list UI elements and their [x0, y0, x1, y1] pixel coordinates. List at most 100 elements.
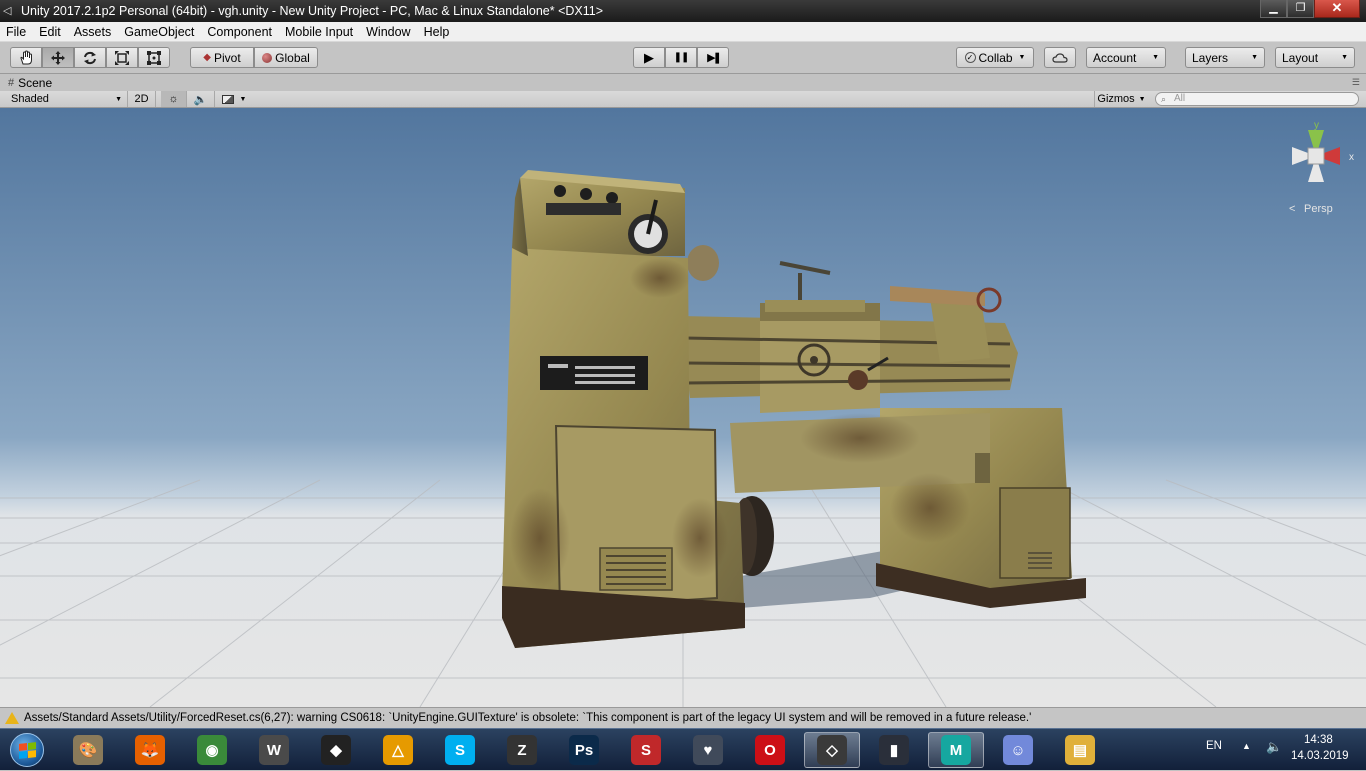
- speaker-icon: 🔈: [193, 93, 208, 106]
- equalizer-icon: ▮: [879, 735, 909, 765]
- chrome-icon: ◉: [197, 735, 227, 765]
- clock-time[interactable]: 14:38: [1304, 734, 1333, 746]
- persp-label: Persp: [1304, 203, 1333, 215]
- 2d-toggle[interactable]: 2D: [128, 91, 156, 107]
- taskbar-app-chrome[interactable]: ◉: [184, 732, 240, 768]
- menu-help[interactable]: Help: [418, 22, 457, 42]
- firefox-icon: 🦊: [135, 735, 165, 765]
- scene-render: y x 🔒 < Persp: [0, 108, 1366, 707]
- maya-icon: M: [941, 735, 971, 765]
- substance-icon: S: [631, 735, 661, 765]
- windows-start-icon: [10, 733, 44, 767]
- shading-mode-dropdown[interactable]: Shaded ▼: [0, 91, 128, 107]
- paint-icon: 🎨: [73, 735, 103, 765]
- taskbar-app-opera[interactable]: O: [742, 732, 798, 768]
- rect-tool-button[interactable]: [138, 47, 170, 68]
- step-button[interactable]: ▶❚: [697, 47, 729, 68]
- sun-icon: ☼: [168, 93, 179, 105]
- show-hidden-icons-icon[interactable]: ▲: [1242, 741, 1251, 751]
- arkane-icon: △: [383, 735, 413, 765]
- status-bar[interactable]: Assets/Standard Assets/Utility/ForcedRes…: [0, 707, 1366, 728]
- search-input[interactable]: ⌕ All: [1155, 92, 1359, 106]
- start-button[interactable]: [0, 732, 54, 768]
- hand-tool-button[interactable]: [10, 47, 42, 68]
- global-toggle[interactable]: Global: [254, 47, 318, 68]
- step-icon: ▶❚: [707, 52, 722, 64]
- taskbar-app-arkane[interactable]: △: [370, 732, 426, 768]
- scale-icon: [115, 50, 129, 65]
- cloud-button[interactable]: [1044, 47, 1076, 68]
- chevron-down-icon: ▼: [239, 95, 247, 103]
- menu-gameobject[interactable]: GameObject: [118, 22, 201, 42]
- taskbar-app-paint[interactable]: 🎨: [60, 732, 116, 768]
- window-title: Unity 2017.2.1p2 Personal (64bit) - vgh.…: [21, 4, 604, 18]
- account-dropdown[interactable]: Account ▼: [1086, 47, 1166, 68]
- taskbar-app-unity[interactable]: ◇: [804, 732, 860, 768]
- pivot-label: Pivot: [214, 50, 241, 65]
- menu-window[interactable]: Window: [360, 22, 417, 42]
- rotate-icon: [84, 51, 96, 64]
- close-button[interactable]: ✕: [1314, 0, 1360, 18]
- scene-viewport[interactable]: y x 🔒 < Persp: [0, 108, 1366, 707]
- taskbar-app-equalizer[interactable]: ▮: [866, 732, 922, 768]
- status-message: Assets/Standard Assets/Utility/ForcedRes…: [24, 712, 1032, 724]
- maximize-button[interactable]: ❐: [1287, 0, 1314, 18]
- rect-icon: [147, 50, 161, 65]
- unity-logo-icon: ◁: [3, 5, 12, 17]
- move-tool-button[interactable]: [42, 47, 74, 68]
- menu-component[interactable]: Component: [201, 22, 279, 42]
- taskbar-app-firefox[interactable]: 🦊: [122, 732, 178, 768]
- language-indicator[interactable]: EN: [1206, 740, 1222, 752]
- search-placeholder: All: [1174, 93, 1186, 104]
- taskbar-app-app-heart[interactable]: ♥: [680, 732, 736, 768]
- taskbar-app-skype[interactable]: S: [432, 732, 488, 768]
- layers-dropdown[interactable]: Layers ▼: [1185, 47, 1265, 68]
- taskbar-app-substance[interactable]: S: [618, 732, 674, 768]
- taskbar-app-discord[interactable]: ☺: [990, 732, 1046, 768]
- zbrush-icon: Z: [507, 735, 537, 765]
- taskbar-app-photoshop[interactable]: Ps: [556, 732, 612, 768]
- menu-edit[interactable]: Edit: [33, 22, 68, 42]
- main-toolbar: ◆ Pivot Global ▶ ❚❚ ▶❚ ✓ Collab ▼ Accoun…: [0, 42, 1366, 74]
- windows-taskbar: 🎨 🦊 ◉ W ◆ △ S Z Ps S ♥ O ◇ ▮ M ☺ ▤ EN ▲ 🔈 14:38 14.03.20…: [0, 728, 1366, 770]
- rotate-tool-button[interactable]: [74, 47, 106, 68]
- collab-label: Collab: [978, 50, 1013, 65]
- app-heart-icon: ♥: [693, 735, 723, 765]
- effects-dropdown[interactable]: ▼: [215, 91, 253, 107]
- volume-icon[interactable]: 🔈: [1266, 739, 1282, 755]
- menu-mobile-input[interactable]: Mobile Input: [279, 22, 360, 42]
- layout-label: Layout: [1282, 50, 1319, 65]
- chevron-down-icon: ▼: [1152, 54, 1159, 61]
- collab-dropdown[interactable]: ✓ Collab ▼: [956, 47, 1034, 68]
- search-icon: ⌕: [1161, 94, 1167, 104]
- tab-scene[interactable]: # Scene: [0, 76, 52, 90]
- scene-toolbar: Shaded ▼ 2D ☼ 🔈 ▼ Gizmos ▼ ⌕ All: [0, 91, 1366, 108]
- warning-icon: [5, 712, 19, 724]
- unity-icon: ◇: [817, 735, 847, 765]
- panel-menu-icon[interactable]: ☰: [1352, 77, 1360, 88]
- taskbar-app-world-of-tanks[interactable]: W: [246, 732, 302, 768]
- audio-toggle[interactable]: 🔈: [187, 91, 215, 107]
- scale-tool-button[interactable]: [106, 47, 138, 68]
- taskbar-app-file-explorer[interactable]: ▤: [1052, 732, 1108, 768]
- minimize-button[interactable]: ▁: [1260, 0, 1287, 18]
- shading-mode-label: Shaded: [11, 93, 49, 105]
- title-bar: ◁ Unity 2017.2.1p2 Personal (64bit) - vg…: [0, 0, 1366, 22]
- opera-icon: O: [755, 735, 785, 765]
- scene-grid-icon: #: [8, 77, 15, 89]
- global-label: Global: [275, 50, 310, 65]
- pivot-toggle[interactable]: ◆ Pivot: [190, 47, 254, 68]
- taskbar-app-maya[interactable]: M: [928, 732, 984, 768]
- lighting-toggle[interactable]: ☼: [161, 91, 187, 107]
- clock-date[interactable]: 14.03.2019: [1291, 750, 1349, 762]
- play-button[interactable]: ▶: [633, 47, 665, 68]
- epic-games-icon: ◆: [321, 735, 351, 765]
- layout-dropdown[interactable]: Layout ▼: [1275, 47, 1355, 68]
- menu-file[interactable]: File: [0, 22, 33, 42]
- taskbar-app-zbrush[interactable]: Z: [494, 732, 550, 768]
- taskbar-app-epic-games[interactable]: ◆: [308, 732, 364, 768]
- menu-assets[interactable]: Assets: [68, 22, 119, 42]
- gizmos-dropdown[interactable]: Gizmos ▼: [1094, 91, 1148, 107]
- gizmos-label: Gizmos: [1097, 93, 1135, 105]
- pause-button[interactable]: ❚❚: [665, 47, 697, 68]
